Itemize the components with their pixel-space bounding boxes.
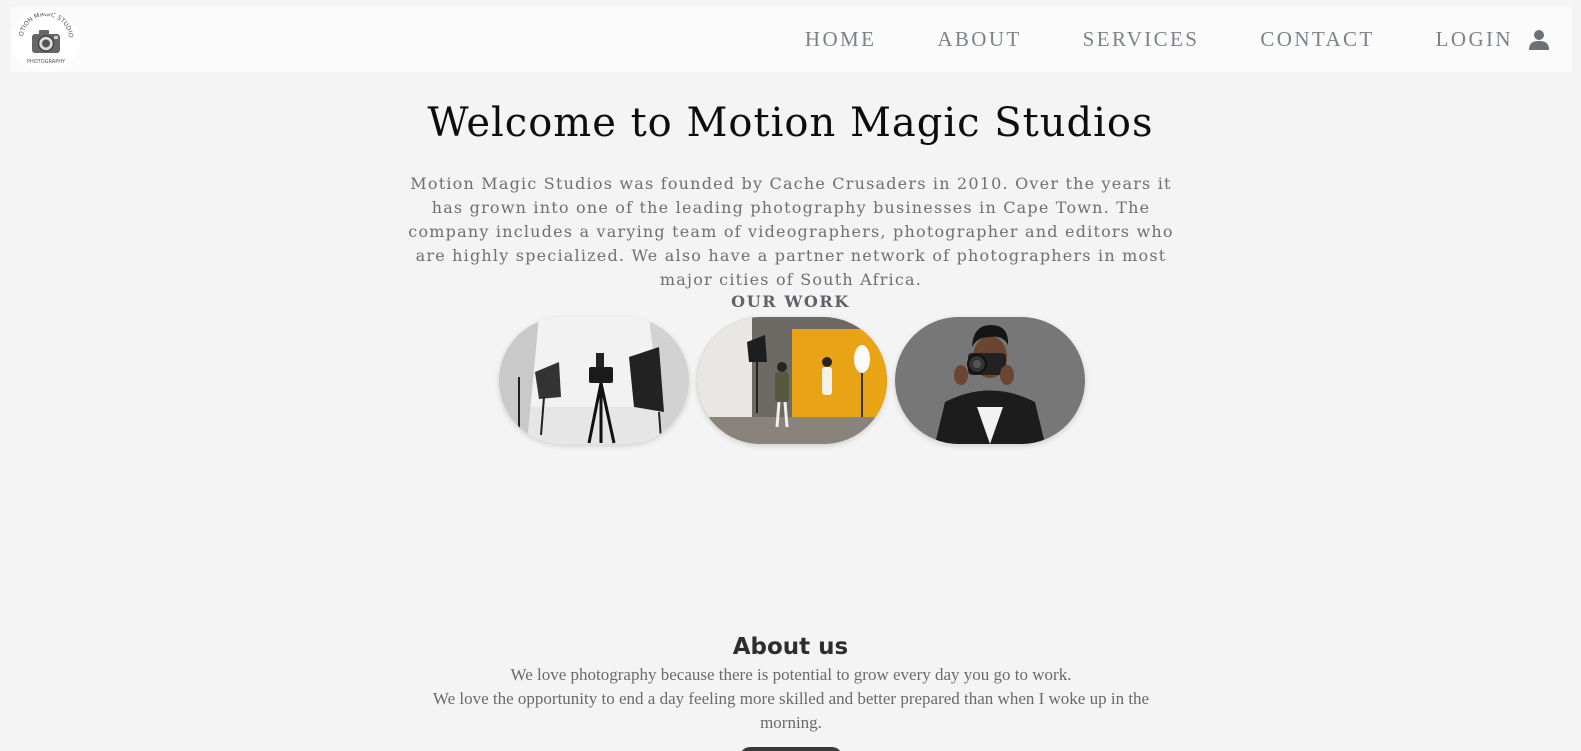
studio-camera-tripod-photo[interactable]: [499, 317, 689, 444]
brand-logo[interactable]: MOTION MAGIC STUDIOS PHOTOGRAPHY: [12, 10, 80, 72]
main-nav: HOME ABOUT SERVICES CONTACT LOGIN: [805, 7, 1572, 72]
nav-home[interactable]: HOME: [805, 27, 876, 52]
nav-about[interactable]: ABOUT: [937, 27, 1021, 52]
intro-paragraph: Motion Magic Studios was founded by Cach…: [408, 174, 1174, 289]
about-line-1: We love photography because there is pot…: [510, 665, 1072, 684]
user-icon[interactable]: [1528, 29, 1550, 51]
work-gallery: [499, 317, 1085, 444]
studio-orange-backdrop-photo[interactable]: [697, 317, 887, 444]
camera-logo-icon: MOTION MAGIC STUDIOS PHOTOGRAPHY: [15, 13, 74, 65]
svg-text:PHOTOGRAPHY: PHOTOGRAPHY: [27, 59, 66, 65]
navbar: MOTION MAGIC STUDIOS PHOTOGRAPHY HOME AB…: [10, 7, 1572, 72]
about-text: We love photography because there is pot…: [405, 663, 1177, 735]
nav-services[interactable]: SERVICES: [1083, 27, 1200, 52]
page-title: Welcome to Motion Magic Studios: [427, 100, 1154, 146]
about-line-2: We love the opportunity to end a day fee…: [432, 689, 1150, 732]
nav-login[interactable]: LOGIN: [1436, 27, 1513, 52]
about-button[interactable]: [740, 747, 842, 751]
photographer-portrait-photo[interactable]: [895, 317, 1085, 444]
about-heading: About us: [732, 634, 849, 660]
our-work-heading: OUR WORK: [731, 292, 850, 311]
nav-contact[interactable]: CONTACT: [1260, 27, 1374, 52]
